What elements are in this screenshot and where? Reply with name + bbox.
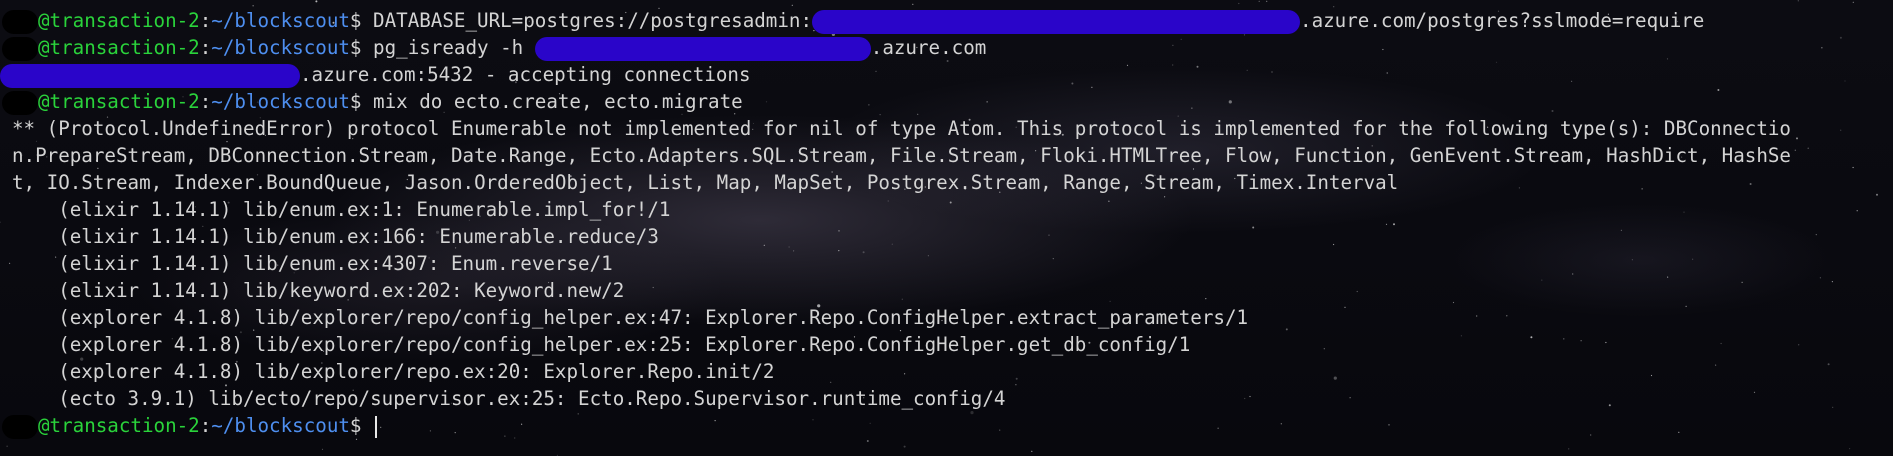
stacktrace-line: (explorer 4.1.8) lib/explorer/repo.ex:20… bbox=[12, 360, 775, 383]
text-cursor[interactable] bbox=[375, 415, 378, 438]
redacted-username bbox=[2, 36, 38, 61]
terminal-line-4: @transaction-2:~/blockscout$ mix do ecto… bbox=[2, 88, 1893, 115]
prompt-symbol: $ bbox=[349, 90, 362, 113]
terminal-line-3: .azure.com:5432 - accepting connections bbox=[0, 61, 1893, 88]
command-text: .azure.com bbox=[870, 36, 987, 59]
prompt-symbol: $ bbox=[349, 9, 362, 32]
prompt-symbol: $ bbox=[349, 36, 362, 59]
prompt-path: ~/blockscout bbox=[211, 36, 350, 59]
prompt-user-host: @transaction-2 bbox=[38, 90, 200, 113]
output-text: .azure.com:5432 - accepting connections bbox=[300, 63, 751, 86]
redacted-username bbox=[2, 414, 38, 439]
command-text: .azure.com/postgres?sslmode=require bbox=[1300, 9, 1705, 32]
error-line: n.PrepareStream, DBConnection.Stream, Da… bbox=[12, 144, 1791, 167]
prompt-path: ~/blockscout bbox=[211, 9, 350, 32]
stacktrace-line: (elixir 1.14.1) lib/enum.ex:1: Enumerabl… bbox=[12, 198, 671, 221]
stacktrace-line: (explorer 4.1.8) lib/explorer/repo/confi… bbox=[12, 306, 1249, 329]
command-text: pg_isready -h bbox=[373, 36, 535, 59]
redacted-hostname bbox=[534, 36, 871, 61]
prompt-user-host: @transaction-2 bbox=[38, 36, 200, 59]
redacted-hostname bbox=[0, 63, 300, 88]
terminal-line-2: @transaction-2:~/blockscout$ pg_isready … bbox=[2, 34, 1893, 61]
stacktrace-line: (elixir 1.14.1) lib/keyword.ex:202: Keyw… bbox=[12, 279, 625, 302]
prompt-path: ~/blockscout bbox=[211, 90, 350, 113]
terminal-line-1: @transaction-2:~/blockscout$ DATABASE_UR… bbox=[2, 7, 1893, 34]
prompt-user-host: @transaction-2 bbox=[38, 9, 200, 32]
redacted-username bbox=[2, 9, 38, 34]
error-line: ** (Protocol.UndefinedError) protocol En… bbox=[12, 117, 1791, 140]
prompt-user-host: @transaction-2 bbox=[38, 414, 200, 437]
stacktrace-line: (ecto 3.9.1) lib/ecto/repo/supervisor.ex… bbox=[12, 387, 1006, 410]
command-text: DATABASE_URL=postgres://postgresadmin: bbox=[373, 9, 813, 32]
terminal-window[interactable]: @transaction-2:~/blockscout$ DATABASE_UR… bbox=[0, 0, 1893, 456]
terminal-output: @transaction-2:~/blockscout$ DATABASE_UR… bbox=[0, 7, 1893, 439]
prompt-path: ~/blockscout bbox=[211, 414, 350, 437]
stacktrace-line: (explorer 4.1.8) lib/explorer/repo/confi… bbox=[12, 333, 1191, 356]
terminal-prompt-line[interactable]: @transaction-2:~/blockscout$ bbox=[2, 412, 1893, 439]
redacted-credentials bbox=[812, 9, 1301, 34]
stacktrace-line: (elixir 1.14.1) lib/enum.ex:4307: Enum.r… bbox=[12, 252, 613, 275]
command-text: mix do ecto.create, ecto.migrate bbox=[373, 90, 743, 113]
prompt-symbol: $ bbox=[349, 414, 362, 437]
redacted-username bbox=[2, 90, 38, 115]
error-line: t, IO.Stream, Indexer.BoundQueue, Jason.… bbox=[12, 171, 1399, 194]
stacktrace-line: (elixir 1.14.1) lib/enum.ex:166: Enumera… bbox=[12, 225, 659, 248]
